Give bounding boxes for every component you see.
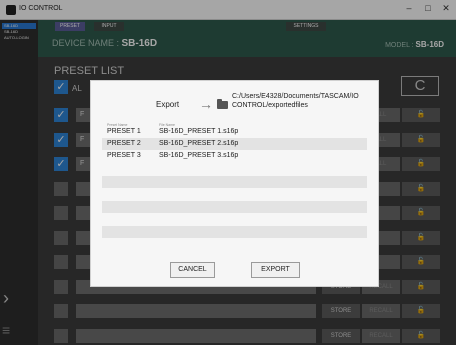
export-button[interactable]: EXPORT	[251, 262, 300, 278]
table-row[interactable]: PRESET 3 SB-16D_PRESET 3.s16p	[102, 150, 367, 162]
preset-name-cell: PRESET 3	[107, 152, 141, 159]
export-dialog: Export → C:/Users/E4328/Documents/TASCAM…	[90, 80, 379, 287]
dialog-title: Export	[156, 100, 180, 109]
table-row[interactable]: PRESET 1 SB-16D_PRESET 1.s16p	[102, 126, 367, 138]
file-name-cell: SB-16D_PRESET 3.s16p	[159, 152, 239, 159]
file-name-cell: SB-16D_PRESET 2.s16p	[159, 140, 239, 147]
preset-name-cell: PRESET 1	[107, 128, 141, 135]
export-path: C:/Users/E4328/Documents/TASCAM/IO CONTR…	[232, 93, 359, 109]
cancel-button[interactable]: CANCEL	[170, 262, 215, 278]
empty-row	[102, 201, 367, 213]
table-row[interactable]: PRESET 2 SB-16D_PRESET 2.s16p	[102, 138, 367, 150]
preset-name-cell: PRESET 2	[107, 140, 141, 147]
arrow-right-icon: →	[199, 96, 213, 112]
folder-icon[interactable]	[217, 99, 228, 109]
modal-overlay: Export → C:/Users/E4328/Documents/TASCAM…	[0, 0, 456, 345]
empty-row	[102, 176, 367, 188]
file-name-cell: SB-16D_PRESET 1.s16p	[159, 128, 239, 135]
empty-row	[102, 226, 367, 238]
